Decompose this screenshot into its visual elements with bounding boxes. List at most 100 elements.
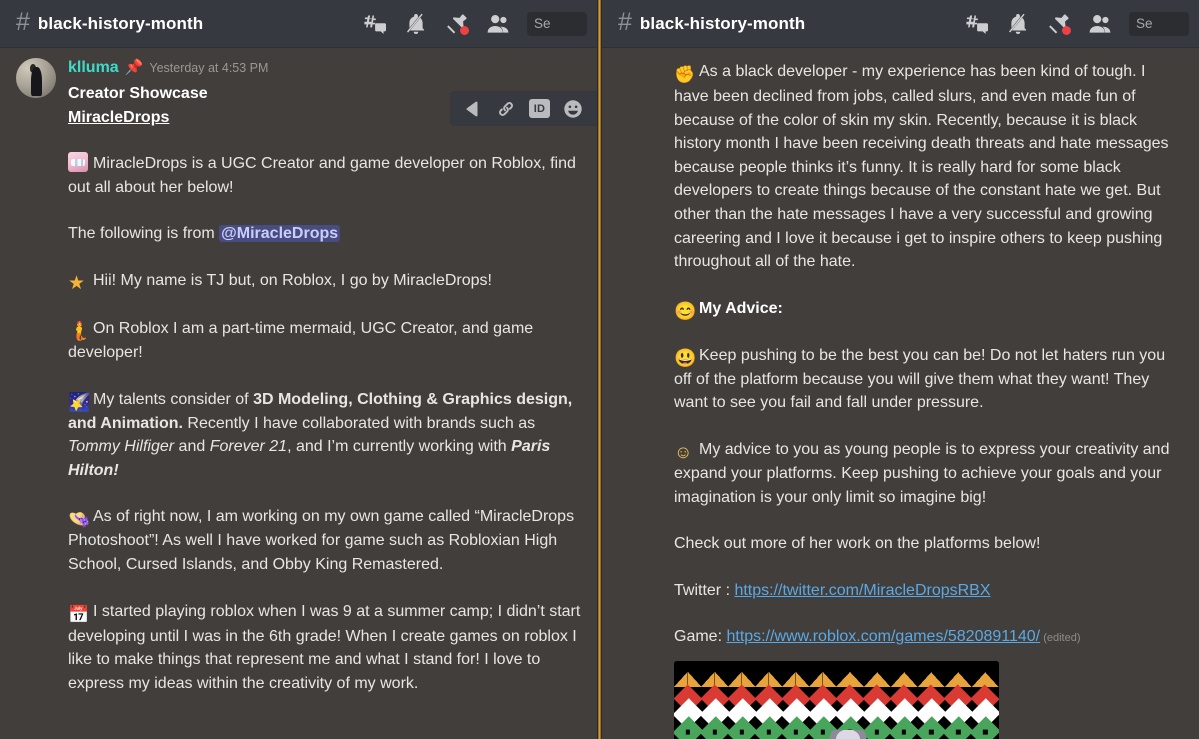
raised-fists-emoji: ✊ [674, 65, 696, 84]
message-block-5: 🌠 My talents consider of 3D Modeling, Clo… [68, 388, 583, 483]
message: klluma 📌 Yesterday at 4:53 PM Creator Sh… [0, 48, 597, 695]
message-block-7-text: I started playing roblox when I was 9 at… [68, 602, 581, 692]
threads-icon[interactable] [363, 12, 387, 36]
edited-label: (edited) [1043, 632, 1081, 645]
message-block-7: 📅 I started playing roblox when I was 9 a… [68, 600, 583, 696]
message-hover-toolbar: ID [451, 92, 597, 125]
attachment-triangle-row [674, 671, 999, 687]
members-icon[interactable] [1088, 12, 1112, 36]
search-input-left[interactable]: Se [527, 11, 587, 36]
mermaid-emoji: 🧜 [68, 320, 91, 341]
right-block-5: Check out more of her work on the platfo… [674, 535, 1041, 553]
id-badge-icon[interactable]: ID [529, 99, 550, 118]
reply-icon[interactable] [463, 99, 483, 119]
attachment-character [826, 729, 869, 739]
message-block-4: 🧜 On Roblox I am a part-time mermaid, UGC… [68, 317, 583, 365]
message-block-6: 👒 As of right now, I am working on my own… [68, 505, 583, 576]
right-block-1-text: As a black developer - my experience has… [674, 63, 1169, 271]
threads-icon[interactable] [965, 12, 989, 36]
hash-icon: # [618, 8, 632, 36]
header-actions-left: Se [363, 11, 597, 36]
message-block-3-text: Hii! My name is TJ but, on Roblox, I go … [93, 271, 492, 289]
game-link[interactable]: https://www.roblox.com/games/5820891140/ [726, 628, 1040, 645]
mention-miracledrops[interactable]: @MiracleDrops [219, 225, 341, 243]
game-label: Game: [674, 628, 727, 646]
right-block-1: ✊ As a black developer - my experience ha… [674, 60, 1183, 274]
channel-header-right: # black-history-month Se [602, 0, 1199, 48]
block5-part-3: Tommy Hilfiger [68, 438, 175, 456]
avatar[interactable] [16, 58, 56, 98]
right-block-3: 😃 Keep pushing to be the best you can be!… [674, 344, 1183, 415]
anime-avatar-emoji [68, 152, 88, 173]
right-block-7: Game: https://www.roblox.com/games/58208… [674, 625, 1183, 651]
message-scroll-left[interactable]: ID klluma 📌 Yesterday at 4:53 PM Creator… [0, 48, 597, 739]
twitter-link[interactable]: https://twitter.com/MiracleDropsRBX [734, 582, 990, 599]
message-block-4-text: On Roblox I am a part-time mermaid, UGC … [68, 319, 534, 361]
link-icon[interactable] [496, 99, 516, 119]
message-continued: ✊ As a black developer - my experience ha… [602, 48, 1199, 739]
twitter-label: Twitter : [674, 581, 735, 599]
attachment-top-band [674, 660, 999, 672]
attachment-image[interactable] [674, 660, 999, 739]
message-block-6-text: As of right now, I am working on my own … [68, 508, 575, 573]
straw-hat-emoji: 👒 [68, 509, 91, 530]
right-block-3-text: Keep pushing to be the best you can be! … [674, 346, 1166, 412]
message-header: klluma 📌 Yesterday at 4:53 PM [68, 58, 583, 78]
right-pane: # black-history-month Se ✊ As a black de… [602, 0, 1199, 739]
right-block-4-text: My advice to you as young people is to e… [674, 440, 1170, 506]
pin-icon[interactable] [1047, 12, 1071, 36]
pin-unread-dot [1062, 25, 1071, 35]
block5-part-6: , and I’m currently working with [287, 438, 512, 456]
right-block-6: Twitter : https://twitter.com/MiracleDro… [674, 579, 1183, 603]
block5-part-5: Forever 21 [209, 438, 288, 456]
members-icon[interactable] [486, 12, 510, 36]
channel-name-right: black-history-month [639, 13, 806, 33]
calendar-emoji: 📅 [68, 604, 90, 624]
message-block-1: MiracleDrops is a UGC Creator and game d… [68, 152, 583, 199]
pushpin-icon: 📌 [124, 59, 144, 76]
pin-unread-dot [460, 25, 469, 35]
star-emoji: ★ [68, 272, 86, 294]
header-actions-right: Se [965, 11, 1199, 36]
message-block-1-text: MiracleDrops is a UGC Creator and game d… [68, 155, 576, 196]
channel-name-left: black-history-month [37, 13, 204, 33]
hash-icon: # [16, 8, 30, 36]
bell-muted-icon[interactable] [404, 12, 428, 36]
search-input-right[interactable]: Se [1129, 11, 1189, 36]
shooting-star-emoji: 🌠 [68, 391, 91, 412]
message-scroll-right[interactable]: ✊ As a black developer - my experience ha… [602, 48, 1199, 739]
channel-header-left: # black-history-month Se [0, 0, 597, 48]
left-pane: # black-history-month Se ID klluma 📌 Yes… [0, 0, 597, 739]
block5-part-0: My talents consider of [93, 390, 254, 408]
message-author[interactable]: klluma [68, 58, 119, 78]
emoji-icon[interactable] [563, 99, 583, 119]
pin-icon[interactable] [445, 12, 469, 36]
message-block-2-prefix: The following is from [68, 225, 220, 243]
right-block-2-heading: 😊 My Advice: [674, 297, 1183, 321]
message-timestamp: Yesterday at 4:53 PM [149, 61, 269, 75]
message-block-2: The following is from @MiracleDrops [68, 222, 583, 246]
right-block-4: ☺ My advice to you as young people is to … [674, 438, 1183, 509]
bell-muted-icon[interactable] [1006, 12, 1030, 36]
discord-split-screenshot: # black-history-month Se ID klluma 📌 Yes… [0, 0, 1199, 739]
right-block-2-text: My Advice: [699, 299, 783, 317]
grinning-face-emoji: 😃 [674, 347, 697, 368]
relieved-face-emoji: ☺ [674, 441, 693, 462]
block5-part-4: and [174, 438, 210, 456]
message-block-3: ★ Hii! My name is TJ but, on Roblox, I go… [68, 269, 583, 294]
block5-part-2: Recently I have collaborated with brands… [182, 414, 536, 432]
smiling-face-hearts-emoji: 😊 [674, 300, 697, 321]
